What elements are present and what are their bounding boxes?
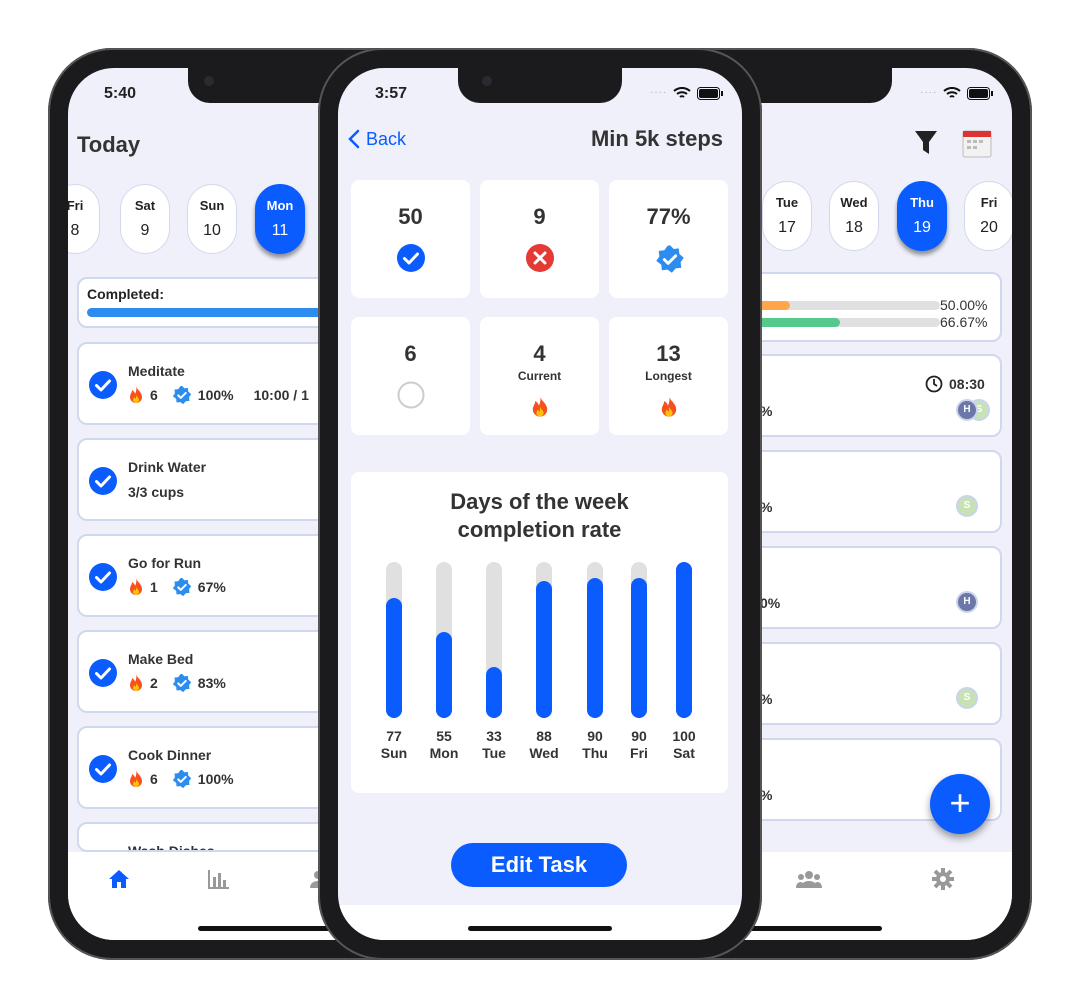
- back-button[interactable]: Back: [348, 128, 406, 150]
- verified-badge-icon: [655, 244, 685, 274]
- home-indicator: [468, 926, 612, 931]
- avatar: S: [956, 687, 978, 709]
- add-task-fab[interactable]: +: [930, 774, 990, 834]
- bar-value-label: 90: [587, 728, 603, 744]
- task-time-row: 08:30: [925, 374, 985, 394]
- completion-rate: 100%: [197, 771, 234, 787]
- bar-category-label: Fri: [630, 745, 648, 761]
- task-name: Wash Dishes: [128, 843, 215, 852]
- avatar: H: [956, 399, 978, 421]
- completion-rate: 100%: [197, 387, 234, 403]
- status-icons: ····: [650, 86, 724, 100]
- streak-count: 6: [150, 387, 158, 403]
- completion-rate-fragment: 0%: [760, 595, 781, 611]
- stat-current-streak: 4 Current: [480, 317, 599, 435]
- bar-value-label: 88: [536, 728, 552, 744]
- bar-value-label: 90: [631, 728, 647, 744]
- task-name: Cook Dinner: [128, 747, 212, 763]
- streak-count: 1: [150, 579, 158, 595]
- bar-category-label: Sat: [673, 745, 695, 761]
- check-circle-icon: [397, 244, 425, 272]
- task-meta: 2 83%: [128, 673, 240, 693]
- bar-fri: [631, 577, 647, 718]
- chevron-left-icon: [348, 129, 360, 149]
- task-meta: 6 100% 10:00 / 1: [128, 385, 309, 405]
- bar-chart-icon[interactable]: [208, 869, 230, 889]
- bar-category-label: Thu: [582, 745, 608, 761]
- flame-icon: [659, 395, 679, 419]
- completion-rate: 67%: [197, 579, 226, 595]
- bar-value-label: 55: [436, 728, 452, 744]
- check-circle-icon[interactable]: [89, 371, 117, 399]
- mockup-stage: 5:40 Today Fri 8 Sat 9 Sun 10 Mon 11 Complet…: [0, 0, 1080, 1008]
- bar-category-label: Mon: [429, 745, 459, 761]
- bar-sat: [676, 562, 692, 718]
- gear-icon[interactable]: [932, 868, 954, 890]
- task-meta: 6 100%: [128, 769, 248, 789]
- task-title: Min 5k steps: [590, 126, 723, 151]
- bar-wed: [536, 580, 552, 718]
- verified-badge-icon: [172, 577, 192, 597]
- check-circle-icon[interactable]: [89, 563, 117, 591]
- bar-mon: [436, 632, 452, 718]
- bar-sun: [386, 597, 402, 718]
- verified-badge-icon: [172, 769, 192, 789]
- status-time: 3:57: [375, 85, 408, 102]
- task-timer: 10:00 / 1: [253, 387, 309, 403]
- home-icon[interactable]: [108, 869, 130, 889]
- flame-icon: [128, 385, 144, 405]
- stat-completed: 50: [351, 180, 470, 298]
- avatar: S: [956, 495, 978, 517]
- x-circle-icon: [526, 244, 554, 272]
- verified-badge-icon: [172, 673, 192, 693]
- bar-tue: [486, 666, 502, 718]
- bar-value-label: 100: [672, 728, 696, 744]
- bar-thu: [587, 577, 603, 718]
- task-time: 08:30: [949, 376, 985, 392]
- flame-icon: [128, 577, 144, 597]
- middle-phone: 3:57 ···· Back Min 5k steps 50 9 77% 6 4…: [318, 48, 762, 960]
- task-detail-screen: 3:57 ···· Back Min 5k steps 50 9 77% 6 4…: [338, 68, 742, 940]
- check-circle-icon[interactable]: [89, 659, 117, 687]
- home-indicator: [738, 926, 882, 931]
- task-name: Go for Run: [128, 555, 202, 571]
- stat-missed: 9: [480, 180, 599, 298]
- notch: [458, 68, 622, 103]
- home-indicator: [198, 926, 342, 931]
- battery-icon: [697, 86, 724, 100]
- wifi-icon: [673, 86, 691, 98]
- task-name: Make Bed: [128, 651, 194, 667]
- bar-category-label: Sun: [380, 745, 408, 761]
- people-icon[interactable]: [796, 869, 822, 889]
- stat-rate: 77%: [609, 180, 728, 298]
- clock-icon: [925, 375, 943, 393]
- streak-count: 6: [150, 771, 158, 787]
- edit-task-button[interactable]: Edit Task: [451, 843, 627, 887]
- chart-card: Days of the week completion rate 77 Sun 5…: [351, 472, 728, 793]
- signal-icon: ····: [650, 87, 668, 98]
- streak-count: 2: [150, 675, 158, 691]
- flame-icon: [128, 673, 144, 693]
- task-meta: 1 67%: [128, 577, 240, 597]
- flame-icon: [530, 395, 550, 419]
- bar-value-label: 33: [486, 728, 502, 744]
- task-name: Drink Water: [128, 459, 207, 475]
- bar-value-label: 77: [386, 728, 402, 744]
- bar-category-label: Tue: [482, 745, 506, 761]
- stat-longest-streak: 13 Longest: [609, 317, 728, 435]
- flame-icon: [128, 769, 144, 789]
- completion-rate: 83%: [197, 675, 226, 691]
- stat-skipped: 6: [351, 317, 470, 435]
- check-circle-icon[interactable]: [89, 467, 117, 495]
- task-subtitle: 3/3 cups: [128, 484, 185, 500]
- task-name: Meditate: [128, 363, 185, 379]
- empty-circle-icon: [397, 381, 425, 409]
- bottom-safe-area: [338, 905, 742, 940]
- avatar: H: [956, 591, 978, 613]
- bar-category-label: Wed: [529, 745, 559, 761]
- check-circle-icon[interactable]: [89, 755, 117, 783]
- verified-badge-icon: [172, 385, 192, 405]
